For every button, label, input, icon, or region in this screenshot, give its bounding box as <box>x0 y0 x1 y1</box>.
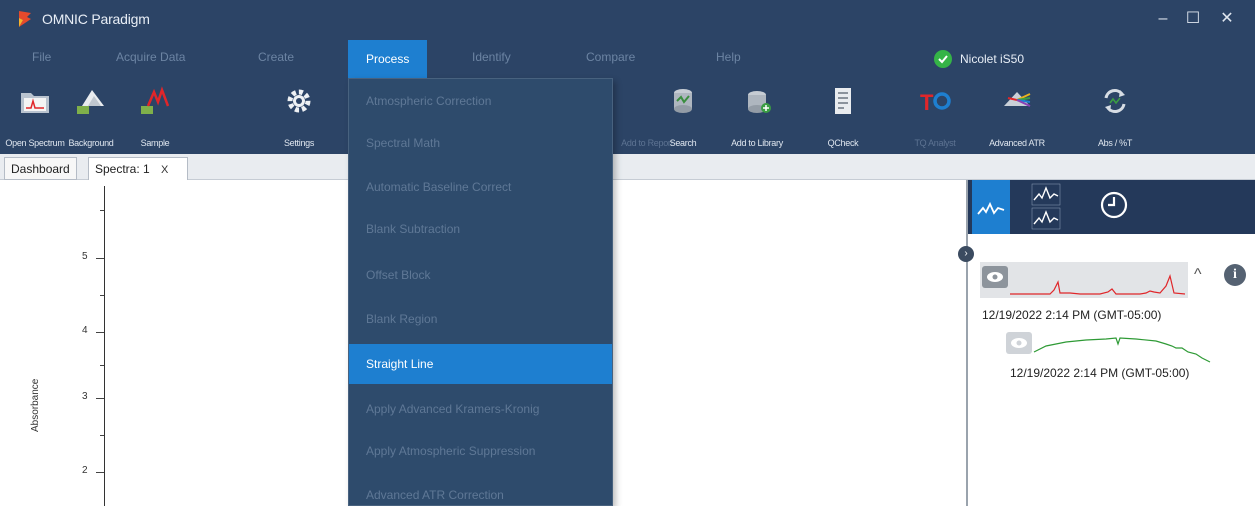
tab-dashboard[interactable]: Dashboard <box>4 157 77 180</box>
prism-icon <box>1004 92 1031 107</box>
menu-compare[interactable]: Compare <box>586 50 635 64</box>
close-button[interactable]: ✕ <box>1214 6 1240 32</box>
menu-process[interactable]: Process <box>348 40 428 78</box>
y-tick <box>96 472 104 473</box>
tab-spectra-label: Spectra: 1 <box>95 162 150 176</box>
title-bar: OMNIC Paradigm – ☐ ✕ <box>0 0 1255 40</box>
y-minor-tick <box>100 365 104 366</box>
convert-arrows-icon <box>1104 89 1126 113</box>
menu-item-spectral-math[interactable]: Spectral Math <box>349 123 612 163</box>
spectrum-timestamp-2: 12/19/2022 2:14 PM (GMT-05:00) <box>1010 366 1190 380</box>
menu-item-blank-subtraction[interactable]: Blank Subtraction <box>349 209 612 249</box>
menu-item-atmospheric-correction[interactable]: Atmospheric Correction <box>349 81 612 121</box>
info-icon[interactable]: i <box>1224 264 1246 286</box>
tab-close-button[interactable]: X <box>161 164 168 176</box>
y-minor-tick <box>100 435 104 436</box>
menu-item-offset-block[interactable]: Offset Block <box>349 255 612 295</box>
background-button[interactable]: Background <box>56 84 126 148</box>
menu-item-advanced-atr-correction[interactable]: Advanced ATR Correction <box>349 475 612 506</box>
panel-view-tabs <box>968 180 1255 234</box>
maximize-button[interactable]: ☐ <box>1180 6 1206 32</box>
check-icon <box>934 50 952 68</box>
settings-label: Settings <box>283 138 315 148</box>
menu-acquire-data[interactable]: Acquire Data <box>116 50 185 64</box>
y-tick <box>96 398 104 399</box>
menu-create[interactable]: Create <box>258 50 294 64</box>
add-to-library-button[interactable]: Add to Library <box>722 84 792 148</box>
document-tab-strip: Dashboard Spectra: 1 X <box>0 154 1255 180</box>
menu-item-automatic-baseline-correct[interactable]: Automatic Baseline Correct <box>349 167 612 207</box>
menu-item-apply-atmospheric-suppression[interactable]: Apply Atmospheric Suppression <box>349 431 612 471</box>
omnic-logo-icon <box>19 11 31 27</box>
qcheck-label: QCheck <box>827 138 859 148</box>
background-label: Background <box>68 138 114 148</box>
toolbar: Open Spectrum Background Sample Settings… <box>0 78 1255 154</box>
folder-spectrum-icon <box>21 93 49 113</box>
y-tick <box>96 332 104 333</box>
tq-analyst-label: TQ Analyst <box>914 138 956 148</box>
y-minor-tick <box>100 210 104 211</box>
advanced-atr-button[interactable]: Advanced ATR <box>982 84 1052 148</box>
menu-item-apply-advanced-kramers-kronig[interactable]: Apply Advanced Kramers-Kronig <box>349 389 612 429</box>
qcheck-icon <box>835 88 851 114</box>
menu-item-blank-region[interactable]: Blank Region <box>349 299 612 339</box>
y-tick-label: 3 <box>82 391 88 402</box>
clock-icon <box>1100 191 1128 219</box>
menu-identify[interactable]: Identify <box>472 50 511 64</box>
tq-icon: T <box>920 90 951 115</box>
add-to-library-label: Add to Library <box>731 138 783 148</box>
y-tick-label: 4 <box>82 325 88 336</box>
search-library-icon <box>674 89 692 113</box>
tab-dashboard-label: Dashboard <box>11 162 70 176</box>
settings-button[interactable]: Settings <box>264 84 334 148</box>
y-tick <box>96 258 104 259</box>
instrument-status[interactable]: Nicolet iS50 <box>934 50 1024 68</box>
instrument-name: Nicolet iS50 <box>960 52 1025 66</box>
minimize-button[interactable]: – <box>1150 6 1176 32</box>
view-history-tab[interactable] <box>1086 180 1166 234</box>
y-tick-label: 5 <box>82 251 88 262</box>
collapse-icon[interactable]: ^ <box>1194 266 1202 284</box>
y-minor-tick <box>100 295 104 296</box>
app-title: OMNIC Paradigm <box>42 11 150 27</box>
abs-t-label: Abs / %T <box>1097 138 1133 148</box>
gear-icon <box>287 89 311 113</box>
menu-item-straight-line[interactable]: Straight Line <box>349 344 612 384</box>
menu-file[interactable]: File <box>32 50 51 64</box>
sample-label: Sample <box>140 138 170 148</box>
y-axis-label: Absorbance <box>30 378 41 432</box>
spectrum-thumbnail-1[interactable] <box>980 262 1188 298</box>
tab-spectra[interactable]: Spectra: 1 X <box>88 157 188 180</box>
spectrum-view-icon <box>977 201 1005 215</box>
y-tick-label: 2 <box>82 465 88 476</box>
search-label: Search <box>669 138 697 148</box>
y-axis <box>104 186 105 506</box>
view-stacked-tab[interactable] <box>1012 180 1084 234</box>
view-overlay-tab[interactable] <box>972 180 1010 234</box>
spectrum-thumbnail-2[interactable] <box>1006 332 1212 364</box>
menu-help[interactable]: Help <box>716 50 741 64</box>
svg-text:T: T <box>920 90 934 115</box>
stacked-view-icon <box>1031 183 1061 230</box>
process-menu-dropdown: Atmospheric Correction Spectral Math Aut… <box>348 78 613 506</box>
abs-t-button[interactable]: Abs / %T <box>1080 84 1150 148</box>
spectrum-timestamp-1: 12/19/2022 2:14 PM (GMT-05:00) <box>982 308 1162 322</box>
qcheck-button[interactable]: QCheck <box>808 84 878 148</box>
background-mountain-icon <box>77 90 104 114</box>
panel-toggle-icon[interactable]: › <box>958 246 974 262</box>
spectra-side-panel: › ^ i 12/19/2022 2:14 PM (GMT-05:00) 12/… <box>958 180 1255 506</box>
spectrum-thumbnail-trace-2 <box>1033 337 1211 363</box>
advanced-atr-label: Advanced ATR <box>989 138 1045 148</box>
add-library-icon <box>748 91 771 113</box>
search-button[interactable]: Search <box>648 84 718 148</box>
menu-bar: File Acquire Data Create Process Identif… <box>0 40 1255 78</box>
sample-button[interactable]: Sample <box>120 84 190 148</box>
tq-analyst-button[interactable]: T TQ Analyst <box>900 84 970 148</box>
spectrum-thumbnail-trace-1 <box>1010 274 1186 295</box>
sample-spectrum-icon <box>141 86 170 114</box>
